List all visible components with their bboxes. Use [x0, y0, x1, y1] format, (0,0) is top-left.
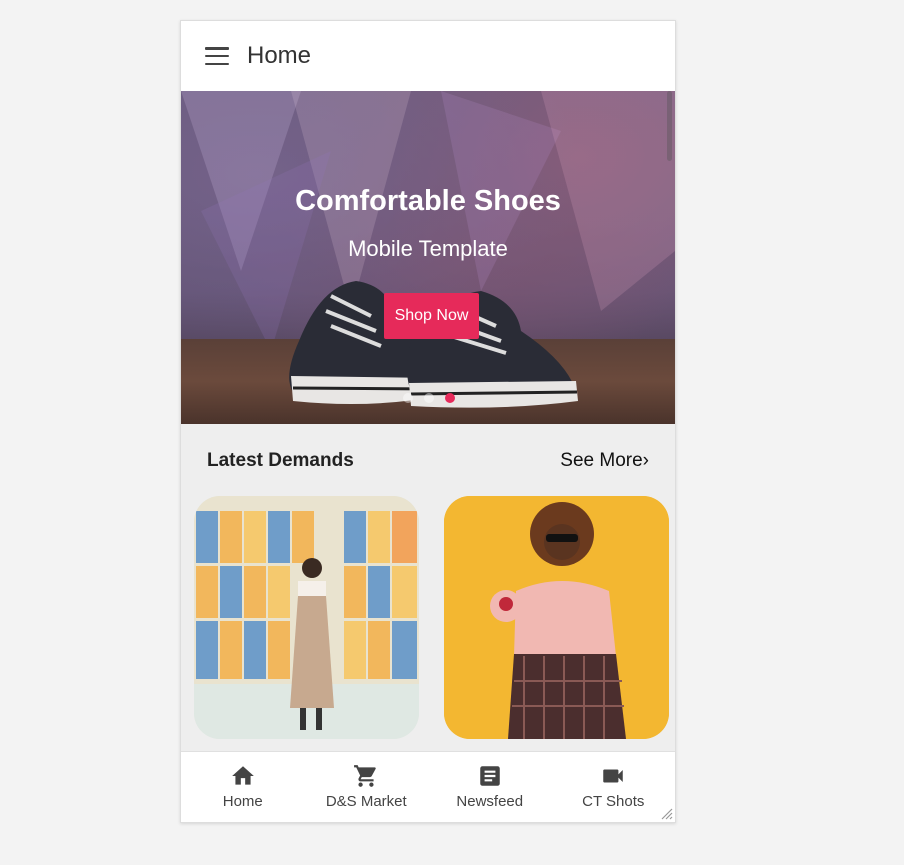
carousel-indicators	[403, 393, 455, 403]
article-icon	[480, 766, 500, 786]
latest-demands-header: Latest Demands See More›	[181, 424, 675, 494]
bottom-navigation: Home D&S Market Newsfeed CT Shots	[181, 751, 676, 822]
home-icon	[231, 766, 254, 785]
see-more-link[interactable]: See More›	[560, 450, 649, 472]
woman-with-sunglasses-photo	[444, 496, 669, 739]
nav-item-home[interactable]: Home	[181, 752, 305, 822]
carousel-dot-active[interactable]	[445, 393, 455, 403]
carousel-dot[interactable]	[403, 393, 413, 403]
nav-label: Newsfeed	[456, 793, 524, 810]
resize-handle-icon[interactable]	[659, 806, 673, 820]
hero-subtitle: Mobile Template	[348, 236, 508, 261]
cart-icon	[354, 765, 377, 787]
page-title: Home	[247, 42, 312, 69]
nav-item-ct-shots[interactable]: CT Shots	[552, 752, 676, 822]
woman-with-lockers-photo	[194, 496, 419, 739]
hero-carousel[interactable]: Comfortable Shoes Mobile Template Shop N…	[181, 91, 675, 424]
product-card[interactable]	[444, 496, 669, 739]
nav-item-market[interactable]: D&S Market	[305, 752, 429, 822]
shop-now-button[interactable]: Shop Now	[384, 293, 479, 339]
hamburger-menu-icon[interactable]	[205, 47, 229, 65]
nav-label: CT Shots	[582, 793, 645, 810]
nav-item-newsfeed[interactable]: Newsfeed	[428, 752, 552, 822]
carousel-dot[interactable]	[424, 393, 434, 403]
nav-label: D&S Market	[325, 793, 407, 810]
product-card[interactable]	[194, 496, 419, 739]
section-title: Latest Demands	[207, 450, 354, 471]
scrollbar-thumb[interactable]	[667, 91, 672, 161]
hero-title: Comfortable Shoes	[295, 185, 561, 217]
video-camera-icon	[603, 769, 623, 783]
nav-label: Home	[222, 793, 263, 810]
app-bar: Home	[181, 21, 675, 91]
mobile-app-frame: Home Comfortable Shoes Mobile Template S…	[180, 20, 676, 823]
